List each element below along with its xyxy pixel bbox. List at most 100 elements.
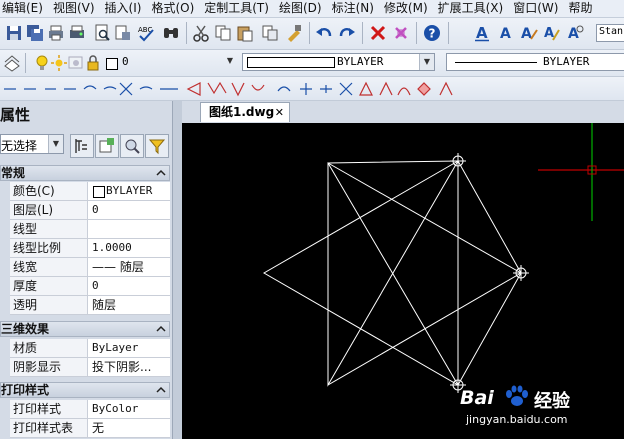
star-edge[interactable] [327, 162, 522, 274]
watermark-brand-cn: 经验 [534, 391, 570, 412]
help-icon[interactable]: ? [422, 23, 442, 43]
text-style-combo[interactable]: Stan [596, 24, 624, 42]
paste-icon[interactable] [235, 23, 255, 43]
prop-value[interactable]: 0 [88, 277, 170, 296]
prop-value[interactable]: ByLayer [88, 339, 170, 358]
menu-view[interactable]: 视图(V) [53, 0, 95, 17]
tab-drawing1[interactable]: 图纸1.dwg ✕ [200, 102, 290, 122]
publish-icon[interactable] [113, 23, 133, 43]
find-icon[interactable] [161, 23, 181, 43]
collapse-icon[interactable] [156, 168, 166, 178]
menu-custom-tools[interactable]: 定制工具(T) [204, 0, 269, 17]
delete-icon[interactable] [368, 23, 388, 43]
text-style-icon[interactable]: A [473, 23, 493, 43]
prop-value[interactable]: 投下阴影... [88, 358, 170, 377]
collapse-icon[interactable] [156, 324, 166, 334]
prop-value[interactable]: ByColor [88, 400, 170, 419]
layer-lock-icon[interactable] [83, 53, 103, 73]
prop-value[interactable]: 随层 [88, 296, 170, 315]
prop-row-layer[interactable]: 图层(L) 0 [10, 201, 170, 220]
plot-icon[interactable] [67, 23, 87, 43]
collapse-icon[interactable] [156, 385, 166, 395]
scale-text-icon[interactable]: A [565, 23, 585, 43]
match-properties-icon[interactable] [284, 23, 304, 43]
print-icon[interactable] [46, 23, 66, 43]
menu-window[interactable]: 窗口(W) [513, 0, 558, 17]
grip-marker[interactable] [450, 153, 466, 169]
menu-format[interactable]: 格式(O) [151, 0, 194, 17]
menu-dimension[interactable]: 标注(N) [332, 0, 374, 17]
undo-icon[interactable] [314, 23, 334, 43]
menu-express-tools[interactable]: 扩展工具(X) [438, 0, 504, 17]
layer-combo[interactable]: ▼ [226, 53, 237, 71]
selection-dropdown[interactable]: 无选择 ▼ [0, 134, 64, 154]
toggle-pickadd-icon[interactable] [70, 134, 94, 158]
single-text-icon[interactable]: A [496, 23, 516, 43]
prop-value[interactable]: 无 [88, 419, 170, 438]
prop-row-lineweight[interactable]: 线宽 —— 随层 [10, 258, 170, 277]
quick-select-icon[interactable] [120, 134, 144, 158]
filter-icon[interactable] [145, 134, 169, 158]
prop-value[interactable]: —— 随层 [88, 258, 170, 277]
prop-row-linetype[interactable]: 线型 [10, 220, 170, 239]
star-edge[interactable] [327, 272, 522, 386]
prop-row-transparency[interactable]: 透明 随层 [10, 296, 170, 315]
menu-draw[interactable]: 绘图(D) [279, 0, 322, 17]
redo-icon[interactable] [337, 23, 357, 43]
find-text-icon[interactable]: A [542, 23, 562, 43]
print-preview-icon[interactable] [92, 23, 112, 43]
spell-check-icon[interactable]: ABC [136, 23, 156, 43]
prop-key: 材质 [10, 339, 88, 358]
prop-key: 打印样式 [10, 400, 88, 419]
linetype-combo[interactable]: BYLAYER [446, 53, 624, 71]
properties-panel-title: 属性 [0, 106, 31, 124]
prop-row-plot-table[interactable]: 打印样式表 无 [10, 419, 170, 438]
prop-row-color[interactable]: 颜色(C) BYLAYER [10, 182, 170, 201]
layers-toolbar: 0 ▼ BYLAYER ▼ BYLAYER [0, 50, 624, 77]
section-3d-header[interactable]: 三维效果 [0, 321, 170, 337]
prop-value[interactable]: 1.0000 [88, 239, 170, 258]
copy-icon[interactable] [213, 23, 233, 43]
color-swatch [93, 186, 105, 198]
linetype-combo-value: BYLAYER [543, 55, 590, 68]
prop-row-plot-style[interactable]: 打印样式 ByColor [10, 400, 170, 419]
close-icon[interactable]: ✕ [275, 103, 284, 122]
menu-help[interactable]: 帮助 [568, 0, 592, 17]
menu-modify[interactable]: 修改(M) [384, 0, 428, 17]
save-all-icon[interactable] [25, 23, 45, 43]
prop-value[interactable]: 0 [88, 201, 170, 220]
section-general-header[interactable]: 常规 [0, 165, 170, 181]
prop-key: 透明 [10, 296, 88, 315]
prop-row-material[interactable]: 材质 ByLayer [10, 339, 170, 358]
chevron-down-icon[interactable]: ▼ [223, 53, 237, 69]
prop-row-linetype-scale[interactable]: 线型比例 1.0000 [10, 239, 170, 258]
chevron-down-icon[interactable]: ▼ [419, 54, 434, 70]
standard-toolbar: ABC ? A A A A A Stan [0, 18, 624, 50]
layer-previous-icon[interactable] [2, 53, 22, 73]
prop-value[interactable] [88, 220, 170, 239]
draw-tools-strip [4, 81, 453, 97]
color-combo-value: BYLAYER [337, 55, 384, 68]
copy-with-base-icon[interactable] [260, 23, 280, 43]
menu-insert[interactable]: 插入(I) [105, 0, 142, 17]
save-icon[interactable] [4, 23, 24, 43]
prop-key: 线型比例 [10, 239, 88, 258]
color-combo[interactable]: BYLAYER ▼ [242, 53, 435, 71]
svg-text:A: A [544, 26, 554, 41]
prop-key: 阴影显示 [10, 358, 88, 377]
grip-marker[interactable] [513, 265, 529, 281]
section-plot-header[interactable]: 打印样式 [0, 382, 170, 398]
prop-row-thickness[interactable]: 厚度 0 [10, 277, 170, 296]
section-title: 常规 [1, 166, 26, 180]
select-objects-icon[interactable] [95, 134, 119, 158]
layer-combo-value[interactable]: 0 [122, 55, 129, 68]
erase-select-icon[interactable] [391, 23, 411, 43]
cut-icon[interactable] [191, 23, 211, 43]
chevron-down-icon[interactable]: ▼ [48, 135, 63, 153]
prop-row-shadow[interactable]: 阴影显示 投下阴影... [10, 358, 170, 377]
svg-text:?: ? [429, 27, 436, 41]
prop-key: 打印样式表 [10, 419, 88, 438]
menu-edit[interactable]: 编辑(E) [2, 0, 43, 17]
edit-text-icon[interactable]: A [519, 23, 539, 43]
separator [309, 22, 310, 44]
